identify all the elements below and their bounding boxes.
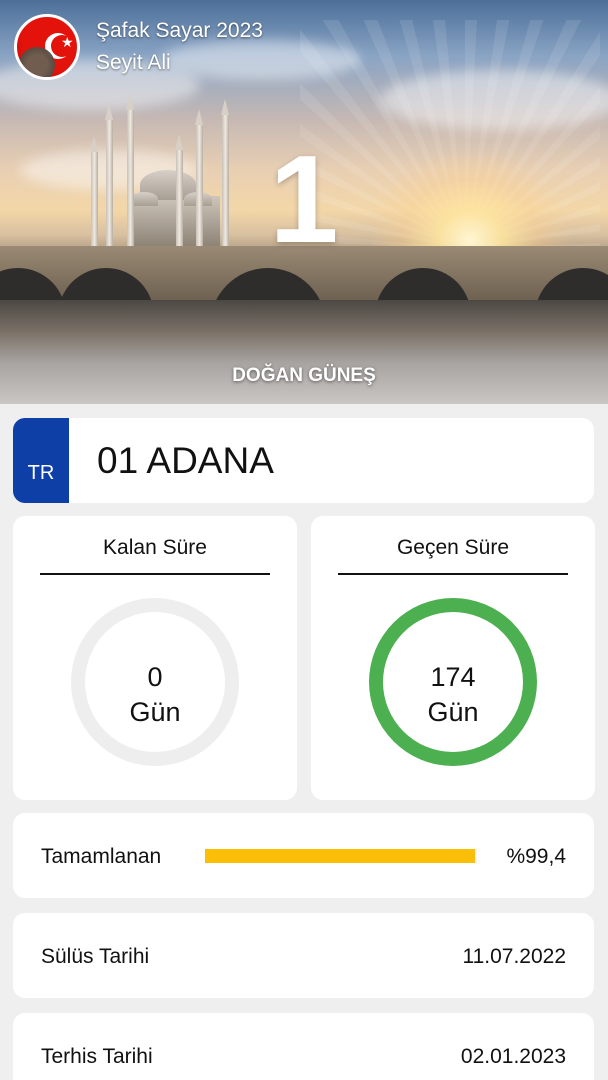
remaining-unit: Gün: [129, 697, 181, 727]
divider: [338, 573, 568, 575]
user-name: Seyit Ali: [96, 51, 171, 74]
star-icon: ★: [61, 35, 74, 51]
completion-label: Tamamlanan: [41, 845, 162, 868]
completion-progress-fill: [205, 849, 476, 863]
elapsed-unit: Gün: [427, 697, 479, 727]
cloud: [160, 40, 360, 80]
plate-country-code: TR: [27, 462, 55, 484]
remaining-value: 0: [147, 662, 163, 692]
plate-text: 01 ADANA: [97, 440, 274, 481]
terhis-date-card: Terhis Tarihi 02.01.2023: [13, 1013, 594, 1080]
cloud: [380, 70, 608, 130]
soldier-icon: [19, 47, 55, 77]
remaining-title: Kalan Süre: [103, 536, 207, 559]
ring-center: 0 Gün: [85, 612, 225, 752]
header-banner: ★ Şafak Sayar 2023 Seyit Ali 1 DOĞAN GÜN…: [0, 0, 608, 404]
photo-caption: DOĞAN GÜNEŞ: [232, 365, 376, 386]
sulus-date-value: 11.07.2022: [462, 945, 566, 968]
remaining-progress-ring: 0 Gün: [71, 598, 239, 766]
completion-value: %99,4: [506, 845, 566, 868]
days-left-number: 1: [269, 131, 339, 269]
avatar[interactable]: ★: [14, 14, 80, 80]
remaining-time-card: Kalan Süre 0 Gün: [13, 516, 297, 800]
city-plate-card[interactable]: TR 01 ADANA: [13, 418, 594, 503]
elapsed-title: Geçen Süre: [396, 536, 510, 559]
elapsed-value: 174: [430, 662, 476, 692]
completion-progress-bar: [205, 849, 477, 863]
plate-country-band: TR: [13, 418, 69, 503]
ring-center: 174 Gün: [383, 612, 523, 752]
terhis-date-value: 02.01.2023: [460, 1045, 566, 1068]
elapsed-progress-ring: 174 Gün: [369, 598, 537, 766]
app-title: Şafak Sayar 2023: [96, 19, 263, 42]
sulus-date-label: Sülüs Tarihi: [41, 945, 150, 968]
sulus-date-card: Sülüs Tarihi 11.07.2022: [13, 913, 594, 998]
river-reflection: [0, 300, 608, 404]
elapsed-time-card: Geçen Süre 174 Gün: [311, 516, 595, 800]
terhis-date-label: Terhis Tarihi: [41, 1045, 153, 1068]
divider: [40, 573, 270, 575]
completion-card: Tamamlanan %99,4: [13, 813, 594, 898]
